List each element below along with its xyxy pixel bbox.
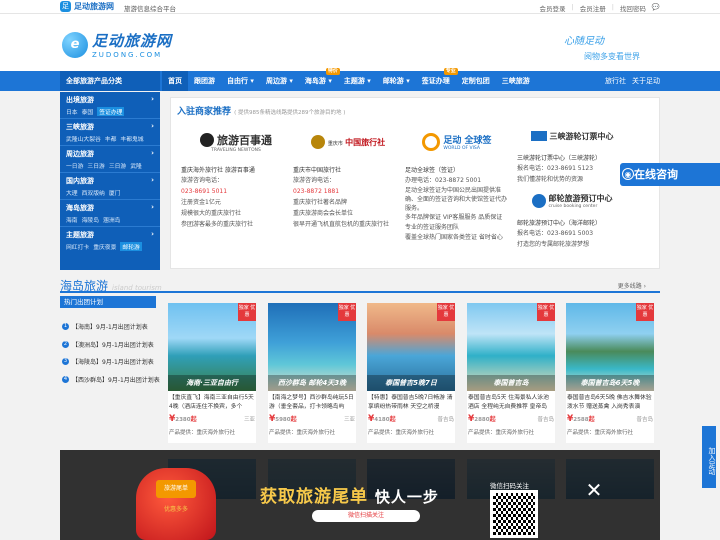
nav-island[interactable]: 海岛游 ▾ 特价 <box>299 68 340 91</box>
nav-agency[interactable]: 旅行社 <box>605 71 626 91</box>
merchant-logo[interactable]: 足动 全球签 WORLD OF VISA <box>405 122 509 162</box>
online-consult-button[interactable]: ◉ 在线咨询 <box>620 163 720 186</box>
list-item[interactable]: 2 【澳洲岛】9月-1月出团计划表 <box>62 336 162 354</box>
nav-free-travel[interactable]: 自由行 ▾ <box>221 71 260 91</box>
promo-banner: 旅游尾单 优惠多多 获取旅游尾单 快人一步 微信扫描关注 微信扫码关注 ✕ <box>0 450 720 540</box>
side-group[interactable]: 主题旅游 › 网红打卡 重庆夜景 邮轮游 <box>60 227 160 253</box>
chevron-right-icon: › <box>151 230 154 238</box>
wechat-icon[interactable]: 💬 <box>652 3 660 13</box>
nav-theme[interactable]: 主题游 ▾ <box>338 71 377 91</box>
nav-home[interactable]: 首页 <box>162 71 188 91</box>
more-routes-link[interactable]: 更多线路 › <box>618 281 646 290</box>
slogan-line1: 心随足动 <box>564 36 604 47</box>
hot-plan-tab[interactable]: 热门出团计划 <box>60 296 156 308</box>
product-image[interactable]: 独家 优惠 泰国普吉岛6天5晚 <box>566 303 654 391</box>
product-card[interactable]: 独家 优惠 泰国普吉5晚7日 【特惠】泰国普吉5晚7日畅游 清享缤纷热带雨林 天空… <box>367 303 455 443</box>
wechat-scan-label: 微信扫码关注 <box>490 482 529 490</box>
list-item[interactable]: 1 【海南】9月-1月出团计划表 <box>62 318 162 336</box>
banner-title: 获取旅游尾单 快人一步 <box>260 487 439 507</box>
hot-plan-list: 1 【海南】9月-1月出团计划表 2 【澳洲岛】9月-1月出团计划表 3 【海陵岛】9… <box>62 318 162 388</box>
header: e 足动旅游网 ZUDONG.COM 心随足动阅物多变看世界 <box>0 14 720 71</box>
chevron-right-icon: › <box>151 176 154 184</box>
island-section-title: 海岛旅游 island tourism 更多线路 › <box>60 277 660 293</box>
product-card[interactable]: 独家 优惠 泰国普吉岛 泰国普吉岛5天 住海景私人泳池酒店 全程纯无自费推荐 皇帝… <box>467 303 555 443</box>
zudong-mark-icon: 足 <box>60 1 71 12</box>
site-logo[interactable]: e 足动旅游网 ZUDONG.COM <box>62 30 172 59</box>
qr-code <box>490 490 538 538</box>
chevron-right-icon: › <box>151 203 154 211</box>
nav-visa[interactable]: 签证办理 专业 <box>416 68 458 91</box>
merchant-logo[interactable]: 重庆市 中国旅行社 <box>293 122 403 162</box>
side-group[interactable]: 海岛旅游 › 海南 海陵岛 涠洲岛 <box>60 200 160 227</box>
product-image[interactable]: 独家 优惠 泰国普吉岛 <box>467 303 555 391</box>
merchant-logo[interactable]: 邮轮旅游预订中心 cruise booking center <box>517 187 627 215</box>
product-card[interactable]: 独家 优惠 泰国普吉岛6天5晚 泰国普吉岛6天5晚 佛吉水舞休验泼水节 赠送蒸禽 … <box>566 303 654 443</box>
close-icon[interactable]: ✕ <box>584 480 604 500</box>
chevron-right-icon: › <box>151 122 154 130</box>
merchant-logo[interactable]: 三峡游轮订票中心 <box>517 122 627 150</box>
logo-ball-icon: e <box>62 31 88 58</box>
category-sidebar: 出境旅游 › 日本 泰国 签证办理 三峡旅游 › 武隆山大裂谷 丰都 丰都鬼城 周边旅游 › 一日游… <box>60 92 160 270</box>
merchant-col[interactable]: 足动 全球签 WORLD OF VISA 足动全球签（签证） 办理电话：023-8… <box>405 122 509 242</box>
top-bar: 足足动旅游网 旅游信息综合平台 会员登录 | 会员注册 | 找回密码 💬 <box>0 0 720 14</box>
logo-en: ZUDONG.COM <box>92 51 163 59</box>
slogan-line2: 阅物多变看世界 <box>584 52 640 61</box>
list-item[interactable]: 4 【西沙群岛】9月-1月出团计划表 <box>62 371 162 389</box>
nav-cruise[interactable]: 邮轮游 ▾ <box>377 71 416 91</box>
list-item[interactable]: 3 【海陵岛】9月-1月出团计划表 <box>62 353 162 371</box>
side-group[interactable]: 周边旅游 › 一日游 三日游 三日游 武隆 <box>60 146 160 173</box>
chevron-right-icon: › <box>151 149 154 157</box>
all-categories-button[interactable]: 全部旅游产品分类 <box>60 71 160 91</box>
merchant-col[interactable]: 三峡游轮订票中心 三峡游轮订票中心（三峡游轮） 报名电话：023-8691 51… <box>517 122 627 250</box>
banner-pill[interactable]: 微信扫描关注 <box>312 510 420 522</box>
register-link[interactable]: 会员注册 <box>580 3 606 13</box>
tagline: 旅游信息综合平台 <box>124 5 176 13</box>
merchant-title: 入驻商家推荐 ( 提供985条精选线路提供289个旅游目的地 ) <box>177 107 346 117</box>
slogan: 心随足动阅物多变看世界 <box>564 32 640 62</box>
merchant-logo[interactable]: 旅游百事通 TRAVELING NEWTONS <box>181 122 291 162</box>
side-group[interactable]: 出境旅游 › 日本 泰国 签证办理 <box>60 92 160 119</box>
side-group[interactable]: 三峡旅游 › 武隆山大裂谷 丰都 丰都鬼城 <box>60 119 160 146</box>
merchant-col[interactable]: 旅游百事通 TRAVELING NEWTONS 重庆海外旅行社 旅游百事通 旅游咨… <box>181 122 291 230</box>
login-link[interactable]: 会员登录 <box>540 3 566 13</box>
account-links: 会员登录 | 会员注册 | 找回密码 💬 <box>539 3 661 13</box>
product-image[interactable]: 独家 优惠 海南·三亚自由行 <box>168 303 256 391</box>
chat-icon: ◉ <box>622 168 634 180</box>
product-card[interactable]: 独家 优惠 海南·三亚自由行 【重庆直飞】海南三亚自由行5天4晚（酒店连住不换宾，… <box>168 303 256 443</box>
nav-about[interactable]: 关于足动 <box>632 71 660 91</box>
nav-nearby[interactable]: 周边游 ▾ <box>260 71 299 91</box>
logo-cn: 足动旅游网 <box>92 32 173 50</box>
forgot-password-link[interactable]: 找回密码 <box>620 3 646 13</box>
red-bag-icon: 旅游尾单 优惠多多 <box>136 468 216 540</box>
merchant-panel: 入驻商家推荐 ( 提供985条精选线路提供289个旅游目的地 ) 旅游百事通 TR… <box>170 97 660 269</box>
nav-three-gorges[interactable]: 三峡旅游 <box>496 71 536 91</box>
product-image[interactable]: 独家 优惠 泰国普吉5晚7日 <box>367 303 455 391</box>
main-nav: 全部旅游产品分类 首页 跟团游 自由行 ▾ 周边游 ▾ 海岛游 ▾ 特价 主题游 … <box>0 68 720 91</box>
small-brand: 足动旅游网 <box>74 2 114 11</box>
nav-custom[interactable]: 定制包团 <box>456 71 496 91</box>
small-logo[interactable]: 足足动旅游网 <box>60 1 114 12</box>
product-image[interactable]: 独家 优惠 西沙群岛 邮轮4天3晚 <box>268 303 356 391</box>
side-group[interactable]: 国内旅游 › 大理 西双版纳 厦门 <box>60 173 160 200</box>
chevron-right-icon: › <box>151 95 154 103</box>
nav-group-tour[interactable]: 跟团游 <box>188 71 221 91</box>
product-card[interactable]: 独家 优惠 西沙群岛 邮轮4天3晚 【南海之梦号】西沙群岛纯玩5日游（垂全套品，打… <box>268 303 356 443</box>
merchant-col[interactable]: 重庆市 中国旅行社 重庆市中国旅行社 旅游咨询电话： 023-8872 1881… <box>293 122 403 230</box>
